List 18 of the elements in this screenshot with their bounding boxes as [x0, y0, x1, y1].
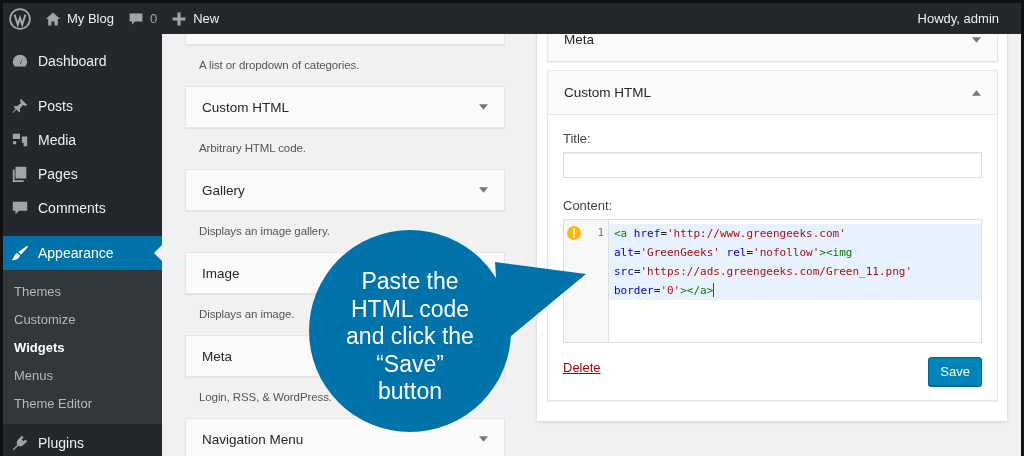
code-line: alt='GreenGeeks' rel='nofollow'><img: [614, 245, 854, 261]
widget-title: Gallery: [202, 182, 245, 198]
code-line: <a href='http://www.greengeeks.com': [614, 226, 847, 242]
widget-description: Login, RSS, & WordPress.: [198, 390, 333, 405]
widget-description: Arbitrary HTML code.: [198, 141, 307, 156]
field-label: Title:: [563, 131, 592, 146]
widget-description: Displays an image gallery.: [198, 224, 331, 239]
widget-title: Navigation Menu: [202, 431, 304, 447]
widget-title: Meta: [202, 348, 232, 364]
field-label: Content:: [563, 198, 614, 213]
code-line: border='0'></a>: [614, 282, 716, 299]
widget-title: Custom HTML: [202, 99, 289, 115]
line-number: 1: [597, 225, 604, 241]
widget-description: Displays an image.: [198, 307, 296, 322]
widget-description: A list or dropdown of categories.: [198, 58, 361, 73]
tooltip-text: Paste the HTML code and click the “Save” button: [345, 268, 475, 406]
widget-title: Image: [202, 265, 240, 281]
code-line: src='https://ads.greengeeks.com/Green_11.png': [614, 264, 914, 280]
